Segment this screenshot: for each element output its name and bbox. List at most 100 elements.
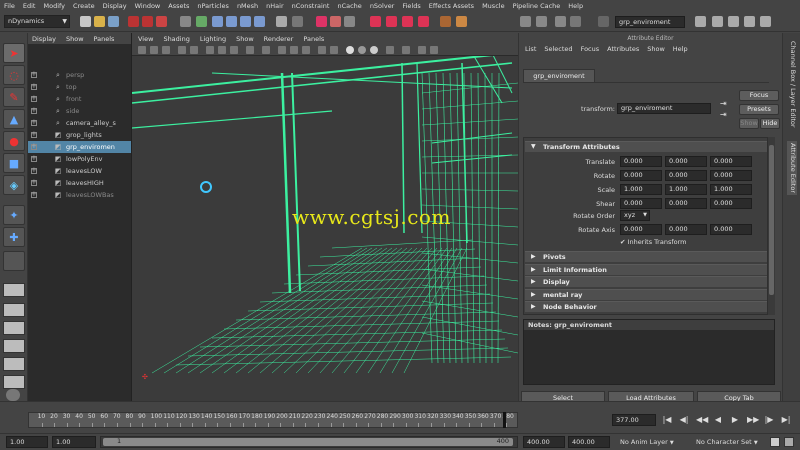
- channel-box-tab[interactable]: Channel Box / Layer Editor: [787, 41, 797, 128]
- menu-edit[interactable]: Edit: [23, 2, 36, 10]
- shadows-icon[interactable]: [346, 46, 354, 54]
- history-icon[interactable]: [276, 16, 287, 27]
- tab-grp-enviroment[interactable]: grp_enviroment: [523, 69, 595, 82]
- playback-end-field[interactable]: 400.00: [523, 436, 565, 448]
- step-back-frame-icon[interactable]: ◀◀: [696, 415, 708, 425]
- paint-icon[interactable]: [456, 16, 467, 27]
- select-component-icon[interactable]: [156, 16, 167, 27]
- section-transform-attributes[interactable]: ▼ Transform Attributes: [525, 141, 767, 152]
- script-editor-icon[interactable]: [6, 389, 20, 401]
- outliner-item[interactable]: ◩ lowPolyEnv: [28, 153, 131, 165]
- resolution-gate-icon[interactable]: [218, 46, 226, 54]
- scale-x-field[interactable]: 1.000: [620, 184, 662, 195]
- xray-icon[interactable]: [418, 46, 426, 54]
- attr-editor-icon[interactable]: [712, 16, 723, 27]
- step-forward-frame-icon[interactable]: ▶▶: [747, 415, 759, 425]
- menu-muscle[interactable]: Muscle: [482, 2, 505, 10]
- show-manip-tool-icon[interactable]: ✚: [3, 227, 25, 247]
- input-ops-icon[interactable]: [520, 16, 531, 27]
- outliner-item[interactable]: ⌕ top: [28, 81, 131, 93]
- rotate-axis-y[interactable]: 0.000: [665, 224, 707, 235]
- magnet3-icon[interactable]: [402, 16, 413, 27]
- two-pane-layout-icon[interactable]: [3, 321, 25, 335]
- inherits-transform-checkbox[interactable]: ✔ Inherits Transform: [620, 238, 687, 246]
- rotate-y-field[interactable]: 0.000: [665, 170, 707, 181]
- go-to-start-icon[interactable]: |◀: [662, 415, 672, 425]
- snap-view-plane-icon[interactable]: [240, 16, 251, 27]
- menu-nparticles[interactable]: nParticles: [197, 2, 229, 10]
- section-display[interactable]: ▶ Display: [525, 276, 767, 287]
- outliner-menu-show[interactable]: Show: [66, 35, 84, 43]
- expand-icon[interactable]: [31, 94, 37, 102]
- four-pane-layout-icon[interactable]: [3, 303, 25, 317]
- menu-help[interactable]: Help: [568, 2, 583, 10]
- vp-menu-show[interactable]: Show: [236, 35, 254, 43]
- section-limit-information[interactable]: ▶ Limit Information: [525, 263, 767, 275]
- camera-select-icon[interactable]: [138, 46, 146, 54]
- go-to-input-icon[interactable]: ⇥: [720, 99, 727, 108]
- camera-attr-icon[interactable]: [150, 46, 158, 54]
- expand-icon[interactable]: [31, 142, 37, 150]
- scale-z-field[interactable]: 1.000: [710, 184, 752, 195]
- play-forwards-icon[interactable]: ▶: [730, 415, 740, 425]
- menu-modify[interactable]: Modify: [43, 2, 65, 10]
- magnet-icon[interactable]: [370, 16, 381, 27]
- time-slider-track[interactable]: 10 20 30 40 50 60 70 80 90 100 110 120 130 140 150 160 1…: [28, 412, 518, 428]
- menu-create[interactable]: Create: [73, 2, 95, 10]
- safe-action-icon[interactable]: [262, 46, 270, 54]
- layer-editor-icon[interactable]: [744, 16, 755, 27]
- quick-select-field[interactable]: grp_enviroment: [615, 16, 685, 28]
- attribute-editor-tab[interactable]: Attribute Editor: [787, 141, 797, 196]
- go-to-end-icon[interactable]: ▶|: [781, 415, 791, 425]
- perspective-viewport[interactable]: View Shading Lighting Show Renderer Pane…: [132, 33, 518, 401]
- select-object-icon[interactable]: [142, 16, 153, 27]
- menu-nsolver[interactable]: nSolver: [370, 2, 395, 10]
- outliner-item[interactable]: ◩ grop_lights: [28, 129, 131, 141]
- auto-key-icon[interactable]: [770, 437, 780, 447]
- outliner-item[interactable]: ⌕ persp: [28, 69, 131, 81]
- menu-pipeline-cache[interactable]: Pipeline Cache: [513, 2, 561, 10]
- anti-aliasing-icon[interactable]: [386, 46, 394, 54]
- gate-mask-icon[interactable]: [230, 46, 238, 54]
- grid-icon[interactable]: [190, 46, 198, 54]
- expand-icon[interactable]: [31, 178, 37, 186]
- open-scene-icon[interactable]: [94, 16, 105, 27]
- character-set-dropdown[interactable]: No Character Set ▼: [696, 438, 758, 446]
- outliner-item[interactable]: ◩ leavesHIGH: [28, 177, 131, 189]
- ae-menu-show[interactable]: Show: [647, 45, 665, 53]
- select-hierarchy-icon[interactable]: [128, 16, 139, 27]
- start-time-field[interactable]: 1.00: [6, 436, 48, 448]
- presets-button[interactable]: Presets: [739, 104, 779, 115]
- go-to-output-icon[interactable]: ⇥: [720, 110, 727, 119]
- field-chart-icon[interactable]: [246, 46, 254, 54]
- menu-window[interactable]: Window: [135, 2, 161, 10]
- ambient-occlusion-icon[interactable]: [358, 46, 366, 54]
- motion-blur-icon[interactable]: [370, 46, 378, 54]
- current-time-marker[interactable]: [503, 412, 506, 428]
- graph-layout-icon[interactable]: [3, 357, 25, 371]
- outliner-menu-panels[interactable]: Panels: [94, 35, 115, 43]
- outliner-item[interactable]: ◩ leavesLOW: [28, 165, 131, 177]
- menu-effects-assets[interactable]: Effects Assets: [429, 2, 474, 10]
- range-bar[interactable]: 1 400: [100, 436, 518, 448]
- manipulator-tool-icon[interactable]: ◈: [3, 175, 25, 195]
- expand-icon[interactable]: [31, 118, 37, 126]
- anim-layer-dropdown[interactable]: No Anim Layer ▼: [620, 438, 674, 446]
- step-forward-key-icon[interactable]: |▶: [764, 415, 774, 425]
- rotate-order-dropdown[interactable]: xyz ▼: [620, 210, 650, 221]
- outliner-icon[interactable]: [760, 16, 771, 27]
- pick-mask-icon[interactable]: [180, 16, 191, 27]
- expand-icon[interactable]: [31, 106, 37, 114]
- scale-y-field[interactable]: 1.000: [665, 184, 707, 195]
- menu-ncache[interactable]: nCache: [337, 2, 361, 10]
- rename-icon[interactable]: [536, 16, 547, 27]
- scroll-thumb[interactable]: [769, 145, 774, 295]
- select-tool-icon[interactable]: ➤: [3, 43, 25, 63]
- ae-menu-selected[interactable]: Selected: [544, 45, 572, 53]
- outliner-item[interactable]: ⌕ side: [28, 105, 131, 117]
- rotate-axis-z[interactable]: 0.000: [710, 224, 752, 235]
- transform-name-field[interactable]: grp_enviroment: [617, 103, 711, 114]
- range-handle[interactable]: 1 400: [103, 437, 513, 446]
- section-pivots[interactable]: ▶ Pivots: [525, 251, 767, 262]
- outliner-item[interactable]: ◩ leavesLOWBas: [28, 189, 131, 201]
